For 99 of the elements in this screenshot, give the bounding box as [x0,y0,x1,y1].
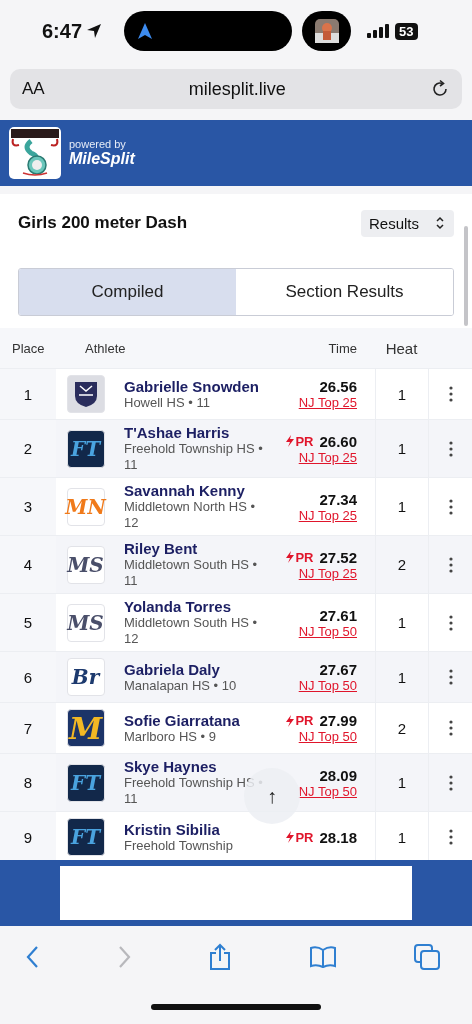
place-cell: 3 [23,498,33,515]
school-logo: M [66,709,105,747]
school-logo [66,375,105,413]
school-logo: FT [66,763,105,802]
ranking-link[interactable]: NJ Top 50 [298,678,357,693]
school-logo: MN [66,487,105,526]
column-header: Athlete [85,340,127,356]
updown-chevron-icon [435,216,445,230]
time-cell: 27.67 [319,661,357,678]
more-options-icon[interactable] [448,498,453,515]
column-header: Place [11,340,46,356]
pr-badge: PR [286,829,314,845]
tabs-icon[interactable] [414,944,440,970]
time-cell: 27.99 [319,712,357,729]
more-options-icon[interactable] [448,829,453,845]
school-text: Marlboro HS • 9 [124,728,216,745]
place-cell: 6 [23,668,33,686]
more-options-icon[interactable] [448,440,453,457]
snake-clock-logo-icon [9,127,61,179]
school-logo: Br [66,658,105,696]
heat-cell: 1 [397,440,407,457]
pr-badge: PR [286,713,314,728]
athlete-name-link[interactable]: Savannah Kenny [124,482,245,499]
column-header: Time [328,340,358,356]
time-cell: 26.56 [319,378,357,395]
athlete-name-link[interactable]: T'Ashae Harris [124,424,230,441]
more-options-icon[interactable] [448,774,453,791]
athlete-name-link[interactable]: Riley Bent [124,540,198,557]
ranking-link[interactable]: NJ Top 25 [298,449,357,465]
more-options-icon[interactable] [448,556,453,573]
school-text: Freehold Township [124,837,233,854]
address-bar[interactable]: AA milesplit.live [10,69,462,109]
event-title: Girls 200 meter Dash [18,213,188,233]
ranking-link[interactable]: NJ Top 25 [298,565,357,581]
heat-cell: 1 [397,385,407,403]
school-text: Middletown South HS • 12 [124,615,259,647]
school-text: Howell HS • 11 [124,394,210,411]
ranking-link[interactable]: NJ Top 50 [298,623,357,639]
time-cell: 26.60 [319,432,357,450]
column-header: Heat [385,339,418,357]
heat-cell: 1 [397,774,407,791]
school-logo: FT [66,818,105,856]
signal-icon [367,24,390,38]
status-time: 6:47 [42,19,83,43]
url-text: milesplit.live [188,78,286,100]
school-text: Manalapan HS • 10 [124,677,237,694]
view-select[interactable]: Results [360,209,454,237]
more-options-icon[interactable] [448,720,453,736]
school-logo: MS [66,603,105,642]
tab[interactable]: Compiled [19,269,236,315]
place-cell: 5 [23,614,33,631]
athlete-name-link[interactable]: Yolanda Torres [124,598,231,615]
navigation-arrow-icon [138,23,153,39]
school-text: Middletown South HS • 11 [124,557,259,589]
pr-badge: PR [286,549,314,565]
place-cell: 2 [23,440,33,457]
school-text: Middletown North HS • 12 [124,499,256,531]
heat-cell: 1 [397,498,407,515]
school-logo: MS [66,545,105,584]
time-cell: 28.09 [319,766,357,784]
heat-cell: 1 [397,668,407,686]
heat-cell: 2 [397,556,407,573]
heat-cell: 1 [397,614,407,631]
athlete-name-link[interactable]: Gabrielle Snowden [124,377,260,395]
ranking-link[interactable]: NJ Top 25 [298,395,357,410]
text-size-button[interactable]: AA [22,79,45,99]
athlete-name-link[interactable]: Gabriela Daly [124,660,220,678]
back-icon[interactable] [26,945,40,969]
athlete-name-link[interactable]: Sofie Giarratana [124,711,240,729]
milesplit-logo: MileSplit [69,150,135,168]
more-options-icon[interactable] [448,386,453,402]
heat-cell: 1 [397,828,407,846]
time-cell: 28.18 [319,828,357,846]
place-cell: 9 [23,828,33,846]
time-cell: 27.34 [319,490,357,508]
reload-icon[interactable] [430,79,450,99]
ranking-link[interactable]: NJ Top 50 [298,729,357,744]
place-cell: 1 [23,385,33,403]
time-cell: 27.52 [319,548,357,566]
share-icon[interactable] [208,943,232,971]
powered-by-text: powered by [69,138,127,150]
place-cell: 4 [23,556,33,573]
location-arrow-icon [86,23,103,39]
place-cell: 8 [23,774,33,791]
more-options-icon[interactable] [448,614,453,631]
heat-cell: 2 [397,719,407,737]
ranking-link[interactable]: NJ Top 25 [298,507,357,523]
more-options-icon[interactable] [448,669,453,685]
athlete-name-link[interactable]: Kristin Sibilia [124,820,220,838]
pr-badge: PR [286,433,314,449]
school-text: Freehold Township HS • 11 [124,441,264,473]
school-logo: FT [66,429,105,468]
battery-indicator: 53 [395,22,418,40]
ranking-link[interactable]: NJ Top 50 [298,783,357,799]
bookmarks-icon[interactable] [309,945,337,969]
scrollbar-icon [464,226,468,326]
athlete-name-link[interactable]: Skye Haynes [124,758,217,775]
time-cell: 27.61 [319,606,357,624]
place-cell: 7 [23,719,33,737]
